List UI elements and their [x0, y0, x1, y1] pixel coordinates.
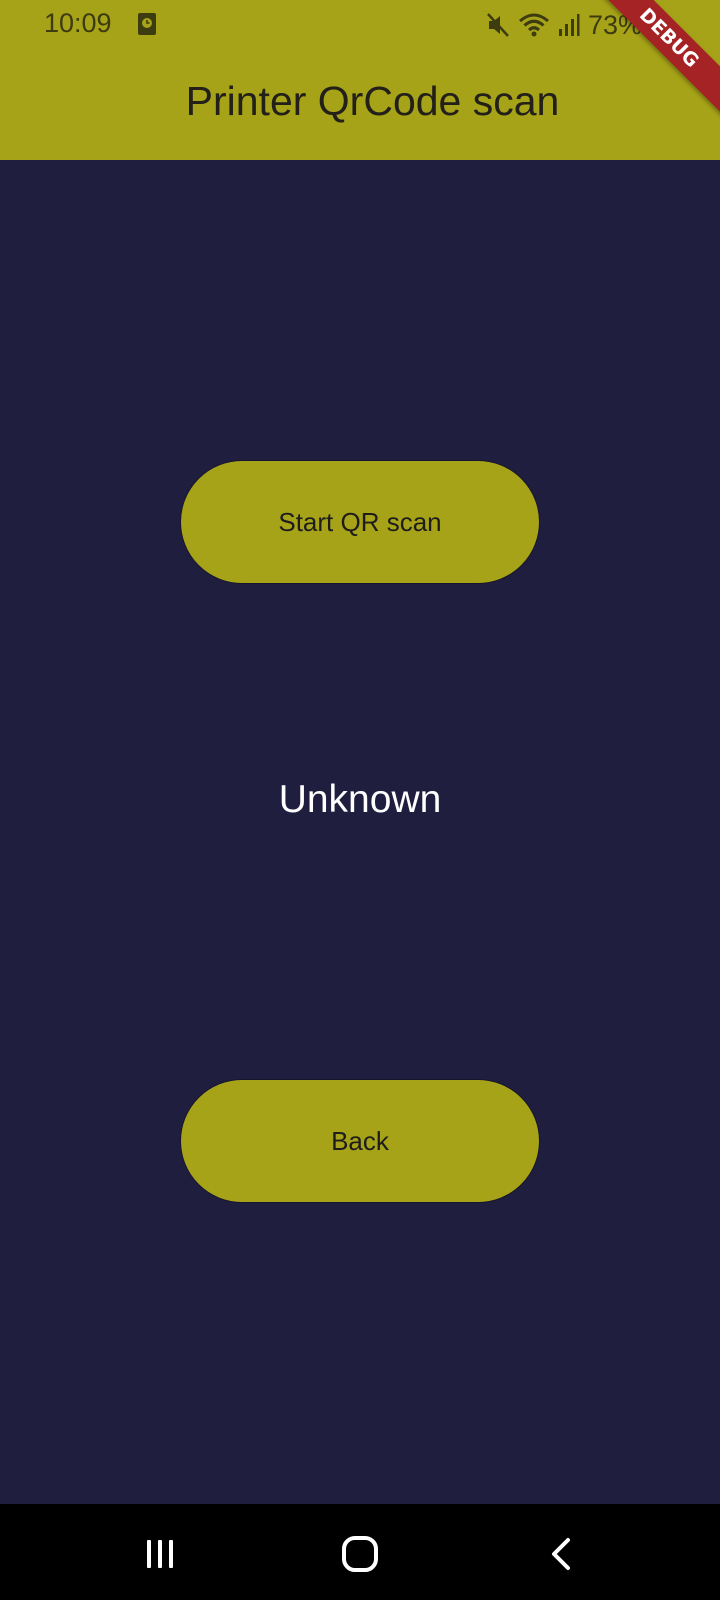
- app-notification-icon: [137, 12, 157, 36]
- recents-icon[interactable]: [130, 1524, 190, 1584]
- home-icon[interactable]: [330, 1524, 390, 1584]
- back-button[interactable]: Back: [180, 1079, 540, 1203]
- signal-icon: [558, 13, 580, 37]
- screen: 10:09 73% Printer QrCode scan DEBUG Star…: [0, 0, 720, 1600]
- scan-result-text: Unknown: [278, 778, 442, 821]
- start-qr-scan-button[interactable]: Start QR scan: [180, 460, 540, 584]
- system-nav-bar: [0, 1504, 720, 1600]
- back-icon[interactable]: [532, 1524, 592, 1584]
- app-bar: 10:09 73% Printer QrCode scan DEBUG: [0, 0, 720, 160]
- mute-icon: [486, 12, 510, 38]
- wifi-icon: [518, 12, 550, 38]
- status-bar: 10:09 73%: [0, 0, 720, 50]
- status-time: 10:09: [44, 8, 112, 38]
- page-title: Printer QrCode scan: [185, 78, 560, 124]
